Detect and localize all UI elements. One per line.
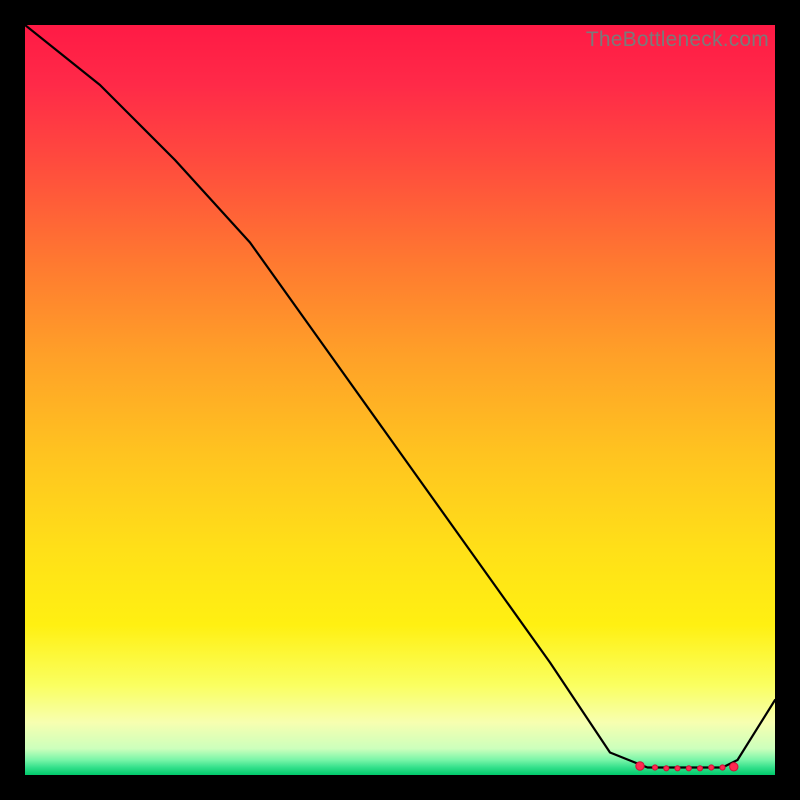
optimal-marker <box>730 763 738 771</box>
optimal-marker <box>664 766 669 771</box>
optimal-markers <box>636 762 738 771</box>
chart-overlay <box>25 25 775 775</box>
optimal-marker <box>636 762 644 770</box>
optimal-marker <box>709 765 714 770</box>
optimal-marker <box>697 766 702 771</box>
optimal-marker <box>675 766 680 771</box>
optimal-marker <box>686 766 691 771</box>
optimal-marker <box>720 765 725 770</box>
watermark: TheBottleneck.com <box>586 28 769 52</box>
bottleneck-curve <box>25 25 775 768</box>
chart-container: TheBottleneck.com <box>0 0 800 800</box>
optimal-marker <box>652 765 657 770</box>
plot-area: TheBottleneck.com <box>25 25 775 775</box>
